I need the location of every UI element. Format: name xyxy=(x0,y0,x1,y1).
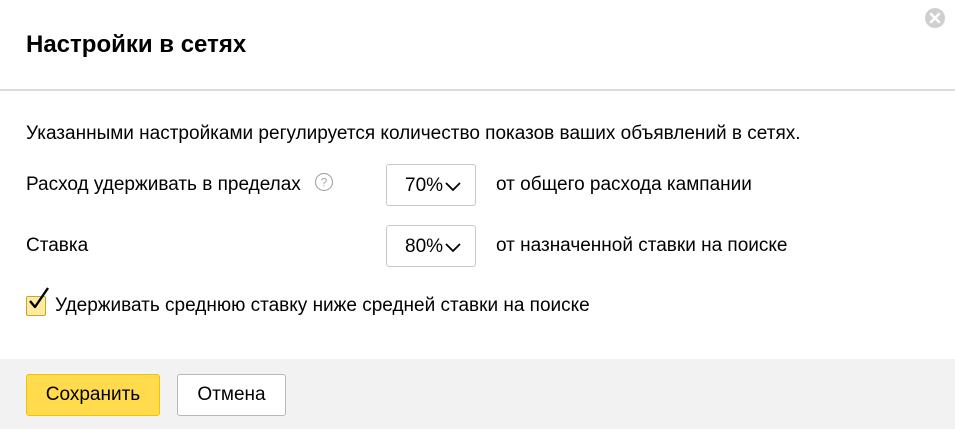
bid-row: Ставка 80% от назначенной ставки на поис… xyxy=(26,225,926,267)
bid-select[interactable]: 80% xyxy=(386,225,476,267)
spend-limit-row: Расход удерживать в пределах ? 70% от об… xyxy=(26,164,926,206)
spend-limit-select[interactable]: 70% xyxy=(386,164,476,206)
svg-text:?: ? xyxy=(321,176,328,190)
keep-avg-bid-option: Удерживать среднюю ставку ниже средней с… xyxy=(26,287,726,320)
save-button[interactable]: Сохранить xyxy=(26,374,160,416)
close-icon[interactable] xyxy=(925,8,945,28)
spend-limit-suffix: от общего расхода кампании xyxy=(496,174,752,195)
bid-label: Ставка xyxy=(26,235,89,256)
question-circle-icon[interactable]: ? xyxy=(314,172,334,192)
settings-dialog: Настройки в сетях Указанными настройками… xyxy=(0,0,955,429)
intro-text: Указанными настройками регулируется коли… xyxy=(26,123,801,144)
chevron-down-icon xyxy=(445,179,461,192)
cancel-button[interactable]: Отмена xyxy=(177,374,286,416)
keep-avg-bid-label[interactable]: Удерживать среднюю ставку ниже средней с… xyxy=(55,294,590,318)
spend-limit-value: 70% xyxy=(405,175,444,196)
bid-suffix: от назначенной ставки на поиске xyxy=(496,235,788,256)
chevron-down-icon xyxy=(445,240,461,253)
dialog-footer: Сохранить Отмена xyxy=(0,359,955,429)
dialog-title: Настройки в сетях xyxy=(26,31,247,58)
bid-value: 80% xyxy=(405,236,444,257)
spend-limit-label: Расход удерживать в пределах xyxy=(26,174,301,195)
keep-avg-bid-checkbox[interactable] xyxy=(26,296,46,316)
dialog-header: Настройки в сетях xyxy=(0,0,955,91)
